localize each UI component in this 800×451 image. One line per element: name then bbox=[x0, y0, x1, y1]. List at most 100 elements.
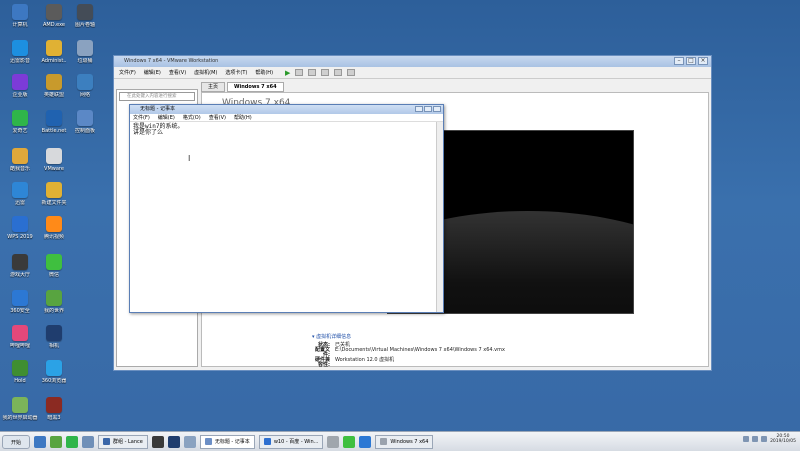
desktop-icon-label: 暗黑3 bbox=[47, 415, 61, 421]
desktop-icon[interactable]: 图片卷轴 bbox=[67, 4, 103, 28]
app-icon bbox=[77, 74, 93, 90]
fullscreen-icon[interactable] bbox=[321, 69, 330, 76]
desktop-icon[interactable]: 网络 bbox=[67, 74, 103, 98]
desktop-icon[interactable]: 计算机 bbox=[2, 4, 38, 28]
close-button[interactable]: × bbox=[698, 57, 708, 65]
notepad-window[interactable]: 无标题 - 记事本 文件(F) 编辑(E) 格式(O) 查看(V) 帮助(H) … bbox=[129, 104, 444, 313]
text-line: 讲是你了么 bbox=[133, 129, 164, 136]
notepad-text-area[interactable]: 我是win7的系统。 讲是你了么 bbox=[130, 122, 443, 138]
app-icon bbox=[46, 216, 62, 232]
desktop-icon[interactable]: 企业版 bbox=[2, 74, 38, 98]
desktop-icon[interactable]: 迅雷影音 bbox=[2, 40, 38, 64]
network-icon[interactable] bbox=[82, 435, 94, 448]
clock-date: 2019/10/05 bbox=[770, 439, 796, 444]
desktop-icon-label: VMware bbox=[44, 166, 64, 172]
desktop-icon-label: 企业版 bbox=[12, 92, 28, 98]
security-icon[interactable] bbox=[359, 435, 372, 448]
notepad-minimize-button[interactable] bbox=[415, 106, 423, 112]
app-icon bbox=[12, 360, 28, 376]
desktop-icon[interactable]: 相机 bbox=[36, 325, 72, 349]
unity-icon[interactable] bbox=[334, 69, 343, 76]
browser-icon[interactable] bbox=[34, 435, 46, 448]
desktop-icon[interactable]: 控制面板 bbox=[67, 110, 103, 134]
desktop-icon-label: 图片卷轴 bbox=[74, 22, 95, 28]
desktop-icon[interactable]: 暗黑3 bbox=[36, 397, 72, 421]
menu-edit[interactable]: 编辑(E) bbox=[144, 69, 161, 76]
desktop-icon[interactable]: 迅雷 bbox=[2, 182, 38, 206]
detail-row: 硬件兼容性: Workstation 12.0 虚拟机 bbox=[314, 357, 395, 368]
app-icon bbox=[46, 254, 62, 270]
desktop-icon[interactable]: 我的世界启动器 bbox=[2, 397, 38, 421]
desktop-icon-label: Hold bbox=[14, 378, 26, 384]
tab-home[interactable]: 主页 bbox=[201, 82, 226, 92]
desktop-icon[interactable]: 我的世界 bbox=[36, 290, 72, 314]
desktop-icon[interactable]: Hold bbox=[2, 360, 38, 384]
notepad-menu-help[interactable]: 帮助(H) bbox=[234, 114, 252, 121]
tool-icon[interactable] bbox=[327, 435, 340, 448]
desktop-icon[interactable]: 新建文件夹 bbox=[36, 182, 72, 206]
notepad-menu-edit[interactable]: 编辑(E) bbox=[158, 114, 175, 121]
maximize-button[interactable]: □ bbox=[686, 57, 696, 65]
start-button[interactable]: 开始 bbox=[2, 434, 30, 449]
snapshot-icon[interactable] bbox=[295, 69, 304, 76]
clock[interactable]: 20:50 2019/10/05 bbox=[770, 434, 796, 444]
notepad-title-bar[interactable]: 无标题 - 记事本 bbox=[130, 105, 443, 114]
menu-file[interactable]: 文件(F) bbox=[119, 69, 136, 76]
minecraft-icon[interactable] bbox=[50, 435, 62, 448]
vmware-title-bar[interactable]: Windows 7 x64 - VMware Workstation – □ × bbox=[114, 56, 711, 67]
desktop-icon[interactable]: 360浏览器 bbox=[36, 360, 72, 384]
feather-icon[interactable] bbox=[183, 435, 196, 448]
desktop-icon-label: 计算机 bbox=[12, 22, 28, 28]
tab-windows-7-x64[interactable]: Windows 7 x64 bbox=[227, 82, 284, 92]
desktop-icon[interactable]: WPS 2019 bbox=[2, 216, 38, 240]
notepad-scrollbar[interactable] bbox=[436, 122, 443, 312]
desktop-icon[interactable]: 微信 bbox=[36, 254, 72, 278]
desktop-icon[interactable]: 爱奇艺 bbox=[2, 110, 38, 134]
task-browser[interactable]: w10 - 百度 - Win... bbox=[258, 434, 324, 449]
minimize-button[interactable]: – bbox=[674, 57, 684, 65]
library-search-input[interactable]: 在此处键入内容进行搜索 bbox=[119, 92, 195, 101]
menu-tabs[interactable]: 选项卡(T) bbox=[225, 69, 247, 76]
tray-volume-icon[interactable] bbox=[761, 436, 768, 442]
tray-network-icon[interactable] bbox=[752, 436, 759, 442]
console-view-icon[interactable] bbox=[347, 69, 356, 76]
vmware-toolbar: ▶ bbox=[285, 69, 356, 77]
app-icon bbox=[46, 182, 62, 198]
app-icon bbox=[46, 325, 62, 341]
desktop-icon[interactable]: 垃圾桶 bbox=[67, 40, 103, 64]
notepad-maximize-button[interactable] bbox=[424, 106, 432, 112]
vm-details-heading[interactable]: ▾ 虚拟机详细信息 bbox=[312, 333, 505, 340]
desktop-icon[interactable]: 360安全 bbox=[2, 290, 38, 314]
desktop-icon[interactable]: VMware bbox=[36, 148, 72, 172]
menu-help[interactable]: 帮助(H) bbox=[255, 69, 273, 76]
notepad-menu-format[interactable]: 格式(O) bbox=[183, 114, 201, 121]
notepad-menu-file[interactable]: 文件(F) bbox=[133, 114, 150, 121]
desktop-icon-label: 游戏大厅 bbox=[9, 272, 30, 278]
app-icon bbox=[46, 40, 62, 56]
desktop-icon-label: 相机 bbox=[48, 343, 59, 349]
desktop-icon[interactable]: 哔哩哔哩 bbox=[2, 325, 38, 349]
notepad-menu-view[interactable]: 查看(V) bbox=[209, 114, 226, 121]
iqiyi-icon[interactable] bbox=[66, 435, 78, 448]
app-icon bbox=[12, 4, 28, 20]
desktop-icon[interactable]: 游戏大厅 bbox=[2, 254, 38, 278]
app-icon bbox=[12, 254, 28, 270]
task-notepad[interactable]: 无标题 - 记事本 bbox=[199, 434, 255, 449]
menu-vm[interactable]: 虚拟机(M) bbox=[194, 69, 217, 76]
camera-icon[interactable] bbox=[167, 435, 180, 448]
desktop-icon-label: 酷我音乐 bbox=[9, 166, 30, 172]
desktop-icon[interactable]: 腾讯视频 bbox=[36, 216, 72, 240]
desktop-icon-label: 我的世界启动器 bbox=[2, 415, 38, 421]
player-icon[interactable] bbox=[343, 435, 356, 448]
task-vmware[interactable]: Windows 7 x64 bbox=[375, 434, 434, 449]
desktop-icon[interactable]: 酷我音乐 bbox=[2, 148, 38, 172]
play-icon[interactable]: ▶ bbox=[285, 69, 290, 77]
desktop-icon-label: 新建文件夹 bbox=[41, 200, 67, 206]
tray-flag-icon[interactable] bbox=[743, 436, 750, 442]
notepad-close-button[interactable] bbox=[433, 106, 441, 112]
task-chat-group[interactable]: 群组 - Lance bbox=[98, 434, 148, 449]
game-center-icon[interactable] bbox=[151, 435, 164, 448]
app-icon bbox=[77, 110, 93, 126]
revert-icon[interactable] bbox=[308, 69, 317, 76]
menu-view[interactable]: 查看(V) bbox=[169, 69, 186, 76]
